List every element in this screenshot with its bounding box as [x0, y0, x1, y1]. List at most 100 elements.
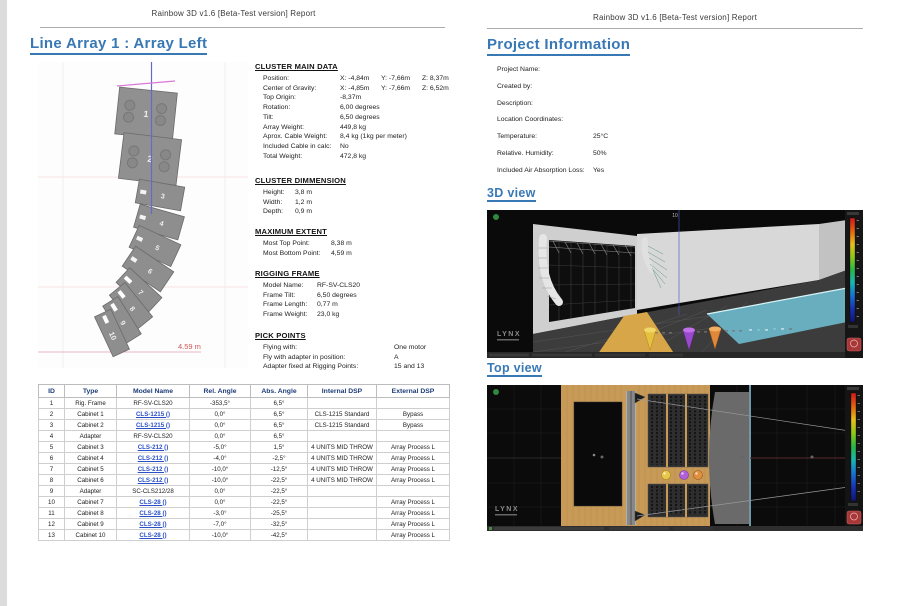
info-row: Most Top Point:8,38 m: [263, 239, 463, 249]
cell-type: Cabinet 10: [65, 530, 117, 541]
cell-internal-dsp: [308, 398, 377, 409]
section-title-3d-view: 3D view: [487, 186, 536, 202]
stage-marker: [593, 454, 596, 457]
info-label: Frame Length:: [263, 300, 317, 310]
header-rule-right: [487, 28, 863, 29]
info-row: Center of Gravity:X: -4,85mY: -7,66mZ: 6…: [263, 84, 463, 94]
report-page: { "left": { "header": "Rainbow 3D v1.6 […: [0, 0, 900, 606]
cell-abs-angle: -32,5°: [251, 519, 308, 530]
cell-internal-dsp: CLS-1215 Standard: [308, 409, 377, 420]
table-row: 9AdapterSC-CLS212/280,0°-22,5°: [39, 486, 450, 497]
cell-internal-dsp: [308, 530, 377, 541]
cell-id: 2: [39, 409, 65, 420]
cell-internal-dsp: [308, 497, 377, 508]
listener-ball-yellow: [662, 471, 671, 480]
app-icon: [493, 214, 499, 220]
info-label: Model Name:: [263, 281, 317, 291]
project-field: Description:: [497, 100, 827, 117]
cell-id: 1: [39, 398, 65, 409]
cell-id: 11: [39, 508, 65, 519]
cell-type: Cabinet 5: [65, 464, 117, 475]
cell-external-dsp: Array Process L: [377, 442, 450, 453]
field-value: 50%: [593, 150, 607, 157]
field-label: Temperature:: [497, 133, 593, 140]
cell-type: Cabinet 7: [65, 497, 117, 508]
cabinet-number: 1: [143, 109, 149, 119]
cell-external-dsp: Array Process L: [377, 519, 450, 530]
cell-id: 8: [39, 475, 65, 486]
model-name-link[interactable]: CLS-1215 (): [136, 411, 170, 418]
info-row: Included Cable in calc:No: [263, 142, 463, 152]
cell-external-dsp: [377, 486, 450, 497]
info-section: CLUSTER DIMMENSIONHeight:3,8 mWidth:1,2 …: [263, 176, 463, 217]
info-row: Adapter fixed at Rigging Points:15 and 1…: [263, 362, 463, 372]
cell-rel-angle: 0,0°: [190, 497, 251, 508]
project-field: Included Air Absorption Loss:Yes: [497, 167, 827, 184]
model-name-link[interactable]: CLS-1215 (): [136, 422, 170, 429]
info-value: 3,8 m: [295, 188, 312, 198]
watermark-subline: [497, 339, 519, 341]
cell-model: CLS-28 (): [117, 519, 190, 530]
cell-external-dsp: Array Process L: [377, 475, 450, 486]
cell-id: 12: [39, 519, 65, 530]
table-row: 6Cabinet 4CLS-212 ()-4,0°-2,5°4 UNITS MI…: [39, 453, 450, 464]
field-label: Description:: [497, 100, 593, 107]
model-name-link[interactable]: CLS-212 (): [138, 466, 169, 473]
info-row: Depth:0,9 m: [263, 207, 463, 217]
model-name-link[interactable]: CLS-28 (): [139, 510, 166, 517]
spl-scale-panel: [845, 210, 863, 358]
field-label: Relative. Humidity:: [497, 150, 593, 157]
table-row: 11Cabinet 8CLS-28 ()-3,0°-25,5°Array Pro…: [39, 508, 450, 519]
table-row: 5Cabinet 3CLS-212 ()-5,0°1,5°4 UNITS MID…: [39, 442, 450, 453]
project-field: Created by:: [497, 83, 827, 100]
info-row: Flying with:One motor: [263, 343, 463, 353]
model-name-link[interactable]: CLS-28 (): [139, 499, 166, 506]
info-label: Array Weight:: [263, 123, 340, 133]
table-header-row: IDTypeModel NameRel. AngleAbs. AngleInte…: [39, 385, 450, 398]
info-value: 6,00 degrees: [340, 103, 381, 113]
model-name-link[interactable]: CLS-212 (): [138, 444, 169, 451]
table-row: 10Cabinet 7CLS-28 ()0,0°-22,5°Array Proc…: [39, 497, 450, 508]
project-field: Location Coordinates:: [497, 116, 827, 133]
status-bar: [487, 526, 863, 531]
status-bar: [487, 352, 845, 358]
project-field: Project Name:: [497, 66, 827, 83]
project-field: Temperature:25°C: [497, 133, 827, 150]
info-section: RIGGING FRAMEModel Name:RF-SV-CLS20Frame…: [263, 269, 463, 320]
cell-model: CLS-28 (): [117, 497, 190, 508]
view-3d-image: 10 LYNX: [487, 210, 863, 358]
cell-abs-angle: -22,5°: [251, 497, 308, 508]
info-value: A: [394, 353, 399, 363]
cell-abs-angle: 6,5°: [251, 420, 308, 431]
model-name-link[interactable]: CLS-212 (): [138, 477, 169, 484]
info-section: MAXIMUM EXTENTMost Top Point:8,38 mMost …: [263, 227, 463, 258]
stage-riser: [574, 402, 622, 506]
cell-model: CLS-212 (): [117, 475, 190, 486]
array-cabinet-table: IDTypeModel NameRel. AngleAbs. AngleInte…: [38, 384, 450, 541]
cell-internal-dsp: 4 UNITS MID THROW: [308, 464, 377, 475]
info-label: Adapter fixed at Rigging Points:: [263, 362, 394, 372]
cell-external-dsp: Array Process L: [377, 530, 450, 541]
project-fields: Project Name: Created by: Description: Loca…: [497, 66, 827, 184]
cell-model: CLS-28 (): [117, 508, 190, 519]
model-name-link[interactable]: CLS-28 (): [139, 532, 166, 539]
model-name-link[interactable]: CLS-28 (): [139, 521, 166, 528]
info-label: Top Origin:: [263, 93, 340, 103]
cell-model: CLS-1215 (): [117, 420, 190, 431]
info-row: Frame Tilt:6,50 degrees: [263, 291, 463, 301]
info-label: Aprox. Cable Weight:: [263, 132, 340, 142]
field-value: Yes: [593, 167, 604, 174]
cell-rel-angle: -5,0°: [190, 442, 251, 453]
color-scale-bar: [850, 218, 855, 322]
info-label: Most Bottom Point:: [263, 249, 331, 259]
right-wall: [819, 220, 847, 280]
info-value: X: -4,84m: [340, 74, 381, 84]
section-title: RIGGING FRAME: [255, 269, 463, 278]
cell-internal-dsp: 4 UNITS MID THROW: [308, 475, 377, 486]
field-label: Created by:: [497, 83, 593, 90]
column-header: Type: [65, 385, 117, 398]
model-name-link[interactable]: CLS-212 (): [138, 455, 169, 462]
table-row: 12Cabinet 9CLS-28 ()-7,0°-32,5°Array Pro…: [39, 519, 450, 530]
field-label: Project Name:: [497, 66, 593, 73]
watermark-subline: [495, 514, 517, 516]
